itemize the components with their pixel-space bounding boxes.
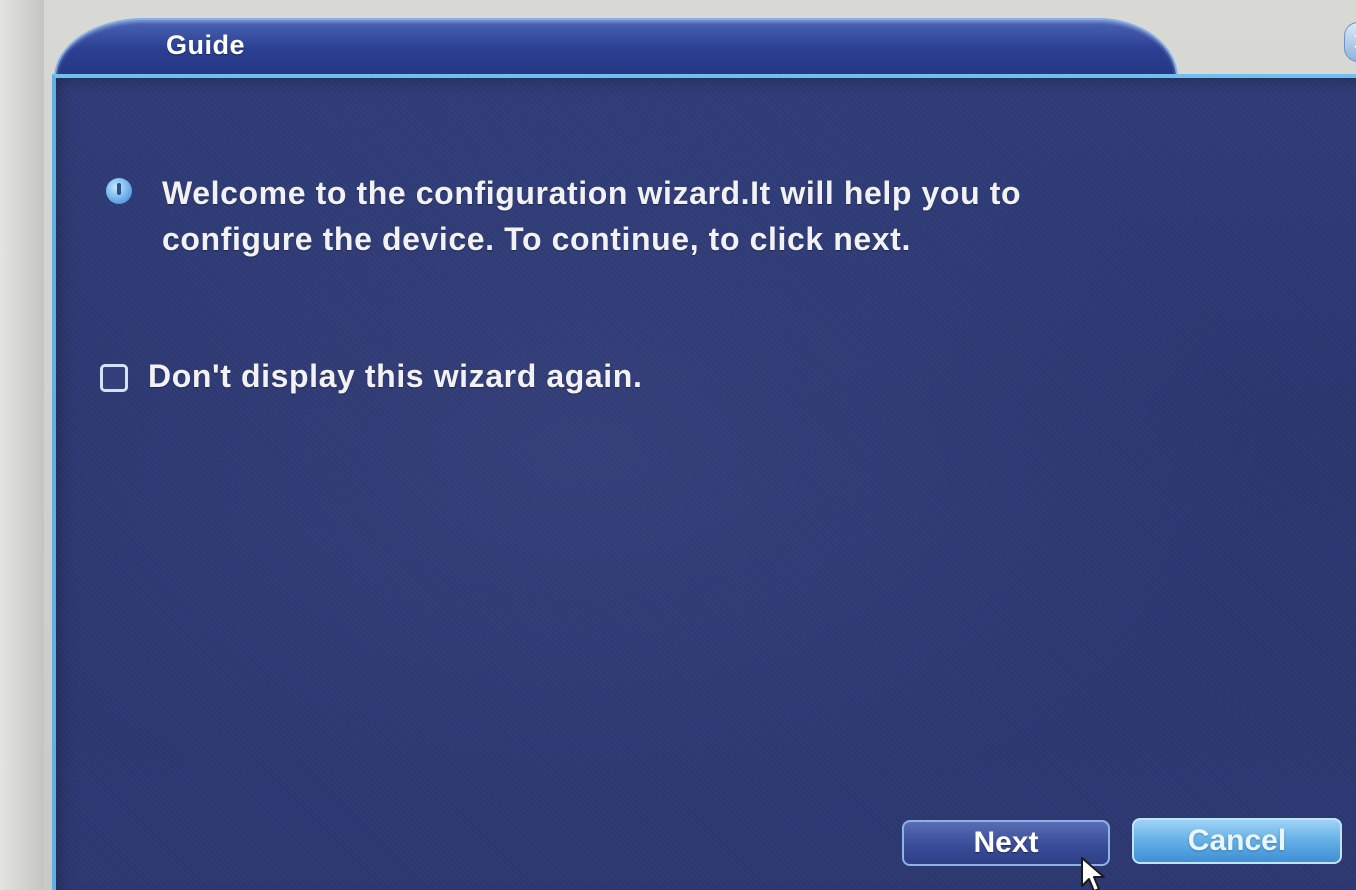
- dialog-body: Welcome to the configuration wizard.It w…: [52, 74, 1356, 890]
- dont-show-again-label[interactable]: Don't display this wizard again.: [148, 358, 642, 395]
- guide-dialog: Guide ✕ Welcome to the configuration wiz…: [44, 12, 1356, 890]
- info-icon: [106, 178, 132, 204]
- screen: Guide ✕ Welcome to the configuration wiz…: [0, 0, 1356, 890]
- close-icon: ✕: [1352, 28, 1356, 57]
- dont-show-again-checkbox[interactable]: [100, 364, 128, 392]
- mouse-cursor-icon: [1081, 857, 1105, 890]
- welcome-text: Welcome to the configuration wizard.It w…: [162, 175, 1022, 257]
- monitor-bezel: [0, 0, 44, 890]
- cancel-button[interactable]: Cancel: [1132, 818, 1342, 864]
- dialog-title: Guide: [166, 30, 246, 60]
- close-button[interactable]: ✕: [1344, 22, 1356, 62]
